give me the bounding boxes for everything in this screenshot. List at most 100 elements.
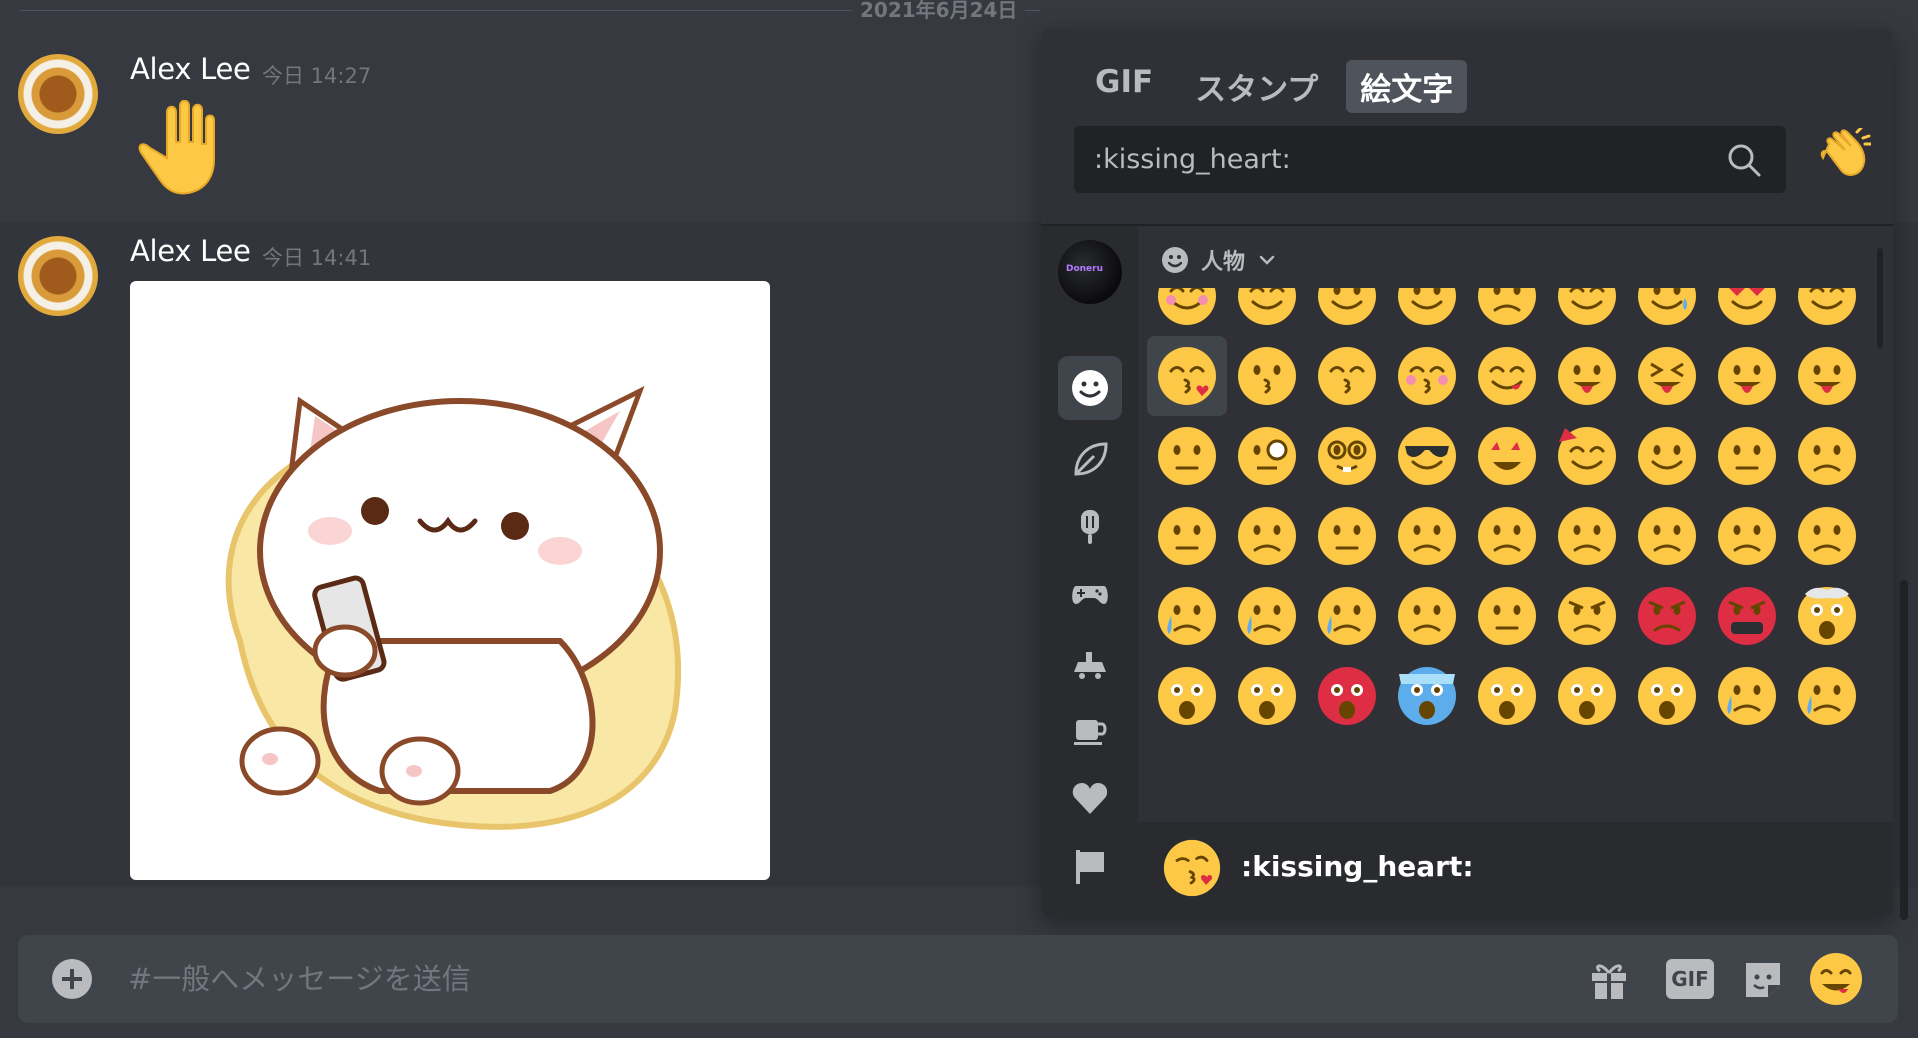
emoji-zany[interactable] xyxy=(1787,336,1867,416)
fearful-emoji-icon xyxy=(1558,667,1616,725)
emoji-sob[interactable] xyxy=(1307,576,1387,656)
tab-gif[interactable]: GIF xyxy=(1081,60,1167,113)
sticker-image[interactable] xyxy=(130,281,770,880)
search-icon[interactable] xyxy=(1726,142,1762,178)
emoji-monocle[interactable] xyxy=(1227,416,1307,496)
category-activity[interactable] xyxy=(1058,562,1122,626)
hot-emoji-icon xyxy=(1238,667,1296,725)
emoji-weary[interactable] xyxy=(1787,496,1867,576)
emoji-hot[interactable] xyxy=(1227,656,1307,736)
gift-icon[interactable] xyxy=(1586,957,1632,1003)
emoji-confused[interactable] xyxy=(1307,496,1387,576)
emoji-kissblush[interactable] xyxy=(1387,336,1467,416)
emoji-hearteyes[interactable] xyxy=(1707,288,1787,336)
emoji-nerd[interactable] xyxy=(1307,416,1387,496)
category-people[interactable] xyxy=(1058,356,1122,420)
server-emoji-icon[interactable]: Doneru xyxy=(1058,240,1122,304)
emoji-upside[interactable] xyxy=(1387,288,1467,336)
emoji-tongue[interactable] xyxy=(1547,336,1627,416)
emoji-cursing[interactable] xyxy=(1707,576,1787,656)
emoji-squint[interactable] xyxy=(1627,336,1707,416)
message-input[interactable] xyxy=(128,935,1528,1023)
emoji-scream[interactable] xyxy=(1467,656,1547,736)
message-author[interactable]: Alex Lee xyxy=(130,52,251,86)
star-emoji-icon xyxy=(1478,427,1536,485)
emoji-smile[interactable] xyxy=(1147,288,1227,336)
category-flags[interactable] xyxy=(1058,834,1122,898)
emoji-kissheart[interactable] xyxy=(1147,336,1227,416)
tab-stickers[interactable]: スタンプ xyxy=(1181,60,1332,113)
emoji-hearts[interactable] xyxy=(1787,288,1867,336)
emoji-angry[interactable] xyxy=(1547,576,1627,656)
emoji-kiss[interactable] xyxy=(1227,336,1307,416)
emoji-sweatsad[interactable] xyxy=(1707,656,1787,736)
party-emoji-icon xyxy=(1558,427,1616,485)
emoji-raised[interactable] xyxy=(1147,416,1227,496)
add-attachment-button[interactable] xyxy=(52,959,92,999)
nerd-emoji-icon xyxy=(1318,427,1376,485)
emoji-kisssmile[interactable] xyxy=(1307,336,1387,416)
emoji-flushed[interactable] xyxy=(1147,656,1227,736)
emoji-unamused[interactable] xyxy=(1707,416,1787,496)
emoji-pensive[interactable] xyxy=(1147,496,1227,576)
emoji-slight[interactable] xyxy=(1307,288,1387,336)
emoji-persevere[interactable] xyxy=(1547,496,1627,576)
sleepy-emoji-icon xyxy=(1478,587,1536,645)
kisssmile-emoji-icon xyxy=(1318,347,1376,405)
sticker-icon[interactable] xyxy=(1740,957,1786,1003)
activity-icon xyxy=(1072,586,1108,604)
category-food[interactable] xyxy=(1058,494,1122,558)
emoji-fearful[interactable] xyxy=(1547,656,1627,736)
chat-scrollbar[interactable] xyxy=(1900,580,1908,920)
avatar[interactable] xyxy=(18,54,98,134)
red-emoji-icon xyxy=(1638,587,1696,645)
emoji-hotred[interactable] xyxy=(1307,656,1387,736)
emoji-downcast[interactable] xyxy=(1787,656,1867,736)
emoji-wink[interactable] xyxy=(1467,288,1547,336)
symbols-icon xyxy=(1072,783,1108,814)
emoji-red[interactable] xyxy=(1627,576,1707,656)
emoji-preview-bar: :kissing_heart: xyxy=(1138,822,1893,916)
emoji-cry[interactable] xyxy=(1227,576,1307,656)
emoji-frown[interactable] xyxy=(1467,496,1547,576)
monocle-emoji-icon xyxy=(1238,427,1296,485)
category-nature[interactable] xyxy=(1058,426,1122,490)
category-travel[interactable] xyxy=(1058,630,1122,694)
emoji-yum[interactable] xyxy=(1467,336,1547,416)
clapping-hands-icon[interactable] xyxy=(1811,128,1871,188)
emoji-button-icon[interactable] xyxy=(1808,951,1864,1007)
emoji-pleading[interactable] xyxy=(1147,576,1227,656)
emoji-worried[interactable] xyxy=(1227,496,1307,576)
emoji-cold[interactable] xyxy=(1387,656,1467,736)
emoji-smirk[interactable] xyxy=(1627,416,1707,496)
picker-scrollbar-thumb[interactable] xyxy=(1877,248,1883,348)
emoji-exploding[interactable] xyxy=(1787,576,1867,656)
category-symbols[interactable] xyxy=(1058,766,1122,830)
tab-emoji[interactable]: 絵文字 xyxy=(1346,60,1468,113)
wink-emoji-icon xyxy=(1478,288,1536,325)
frown-emoji-icon xyxy=(1478,507,1536,565)
emoji-winktongue[interactable] xyxy=(1707,336,1787,416)
emoji-anxious[interactable] xyxy=(1627,656,1707,736)
emoji-star[interactable] xyxy=(1467,416,1547,496)
category-objects[interactable] xyxy=(1058,698,1122,762)
emoji-tired[interactable] xyxy=(1707,496,1787,576)
category-header[interactable]: 人物 xyxy=(1161,240,1277,280)
emoji-sleepy[interactable] xyxy=(1467,576,1547,656)
emoji-party[interactable] xyxy=(1547,416,1627,496)
message-author[interactable]: Alex Lee xyxy=(130,234,251,268)
avatar[interactable] xyxy=(18,236,98,316)
emoji-confounded[interactable] xyxy=(1627,496,1707,576)
gif-button[interactable]: GIF xyxy=(1666,959,1714,999)
emoji-triumph[interactable] xyxy=(1387,576,1467,656)
kissblush-emoji-icon xyxy=(1398,347,1456,405)
emoji-sad[interactable] xyxy=(1387,496,1467,576)
emoji-search-input[interactable] xyxy=(1094,126,1714,193)
emoji-halo[interactable] xyxy=(1227,288,1307,336)
emoji-relieved[interactable] xyxy=(1547,288,1627,336)
emoji-cool[interactable] xyxy=(1387,416,1467,496)
people-icon xyxy=(1072,370,1108,406)
confounded-emoji-icon xyxy=(1638,507,1696,565)
emoji-sweat[interactable] xyxy=(1627,288,1707,336)
emoji-disappointed[interactable] xyxy=(1787,416,1867,496)
